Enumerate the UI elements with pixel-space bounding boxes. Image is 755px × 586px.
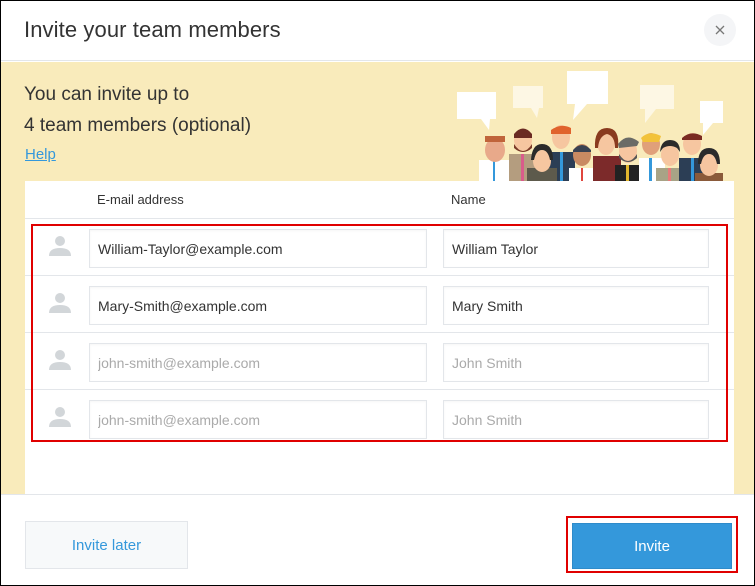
- close-button[interactable]: [704, 14, 736, 46]
- dialog-header: Invite your team members: [1, 1, 754, 61]
- close-icon: [715, 25, 725, 35]
- invite-table: E-mail address Name: [25, 181, 734, 508]
- name-input[interactable]: [443, 343, 709, 382]
- invite-later-button[interactable]: Invite later: [25, 521, 188, 569]
- intro-line-1: You can invite up to: [24, 84, 190, 105]
- name-input[interactable]: [443, 400, 709, 439]
- column-header-name: Name: [451, 192, 486, 207]
- table-row: [25, 333, 734, 390]
- person-icon: [49, 236, 71, 256]
- email-input[interactable]: [89, 229, 427, 268]
- intro-line-2: 4 team members (optional): [24, 115, 252, 136]
- invite-button[interactable]: Invite: [572, 523, 732, 569]
- dialog-title: Invite your team members: [24, 17, 281, 42]
- invite-intro: You can invite up to 4 team members (opt…: [24, 79, 251, 141]
- column-header-email: E-mail address: [97, 192, 184, 207]
- help-link[interactable]: Help: [25, 146, 56, 163]
- speech-bubbles: [457, 71, 723, 135]
- email-input[interactable]: [89, 343, 427, 382]
- invite-rows: [25, 219, 734, 447]
- team-people-illustration: [457, 71, 723, 183]
- email-input[interactable]: [89, 400, 427, 439]
- table-header: E-mail address Name: [25, 181, 734, 219]
- invite-info-band: You can invite up to 4 team members (opt…: [1, 62, 754, 508]
- person-icon: [49, 293, 71, 313]
- dialog-footer: Invite later Invite: [1, 494, 754, 585]
- invite-dialog: Invite your team members You can invite …: [0, 0, 755, 586]
- person-icon: [49, 407, 71, 427]
- name-input[interactable]: [443, 286, 709, 325]
- people: [479, 125, 723, 183]
- name-input[interactable]: [443, 229, 709, 268]
- table-row: [25, 219, 734, 276]
- email-input[interactable]: [89, 286, 427, 325]
- table-row: [25, 276, 734, 333]
- person-icon: [49, 350, 71, 370]
- table-row: [25, 390, 734, 447]
